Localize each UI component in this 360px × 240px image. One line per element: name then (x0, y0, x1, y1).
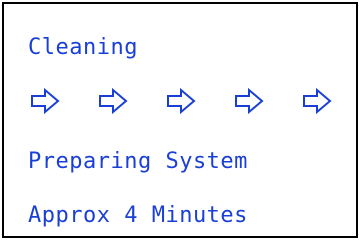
right-arrow-icon (302, 86, 332, 116)
right-arrow-icon (166, 86, 196, 116)
right-arrow-icon (234, 86, 264, 116)
right-arrow-icon (30, 86, 60, 116)
lcd-display-panel: Cleaning Preparing System Approx 4 Minut… (2, 2, 358, 238)
status-title: Cleaning (28, 35, 138, 60)
right-arrow-icon (98, 86, 128, 116)
progress-arrows (30, 86, 340, 116)
time-estimate: Approx 4 Minutes (28, 203, 248, 228)
status-message: Preparing System (28, 149, 248, 174)
